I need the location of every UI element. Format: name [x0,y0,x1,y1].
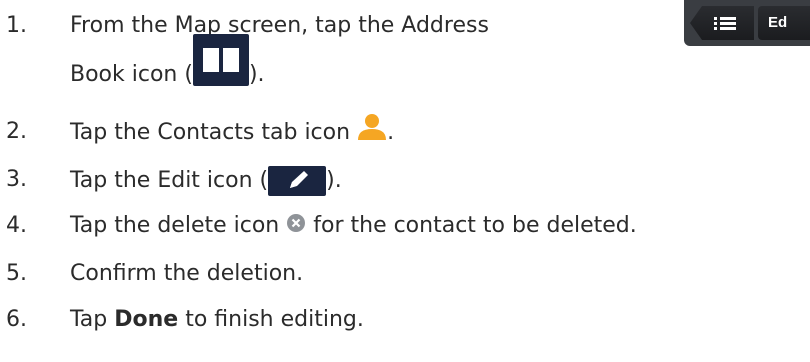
step-number: 2. [6,119,27,144]
book-icon [192,34,249,86]
step-number: 5. [6,261,27,286]
step-number: 1. [6,13,27,38]
contact-icon [357,112,387,142]
step-text: Tap [70,307,108,332]
map-toolbar: Ed [684,0,810,46]
list-icon [714,17,736,30]
step-text: ). [326,168,342,193]
pencil-icon [268,166,327,196]
done-label: Done [114,307,179,332]
step-text: Tap the delete icon [70,213,280,238]
step-number: 4. [6,213,27,238]
step-number: 3. [6,167,27,192]
list-button[interactable] [690,6,754,40]
step-text: . [387,120,395,145]
step-text: Tap the Edit icon ( [70,168,269,193]
step-text: From the Map screen, tap the Address [70,13,489,38]
step-text: to finish editing. [185,307,364,332]
edit-button[interactable]: Ed [758,6,810,40]
step-text: for the contact to be deleted. [313,213,637,238]
step-text: Confirm the deletion. [70,261,304,286]
step-text: Tap the Contacts tab icon [70,120,351,145]
step-text: ). [248,62,265,87]
step-number: 6. [6,307,27,332]
delete-icon [286,213,306,233]
step-text: Book icon ( [70,62,193,87]
